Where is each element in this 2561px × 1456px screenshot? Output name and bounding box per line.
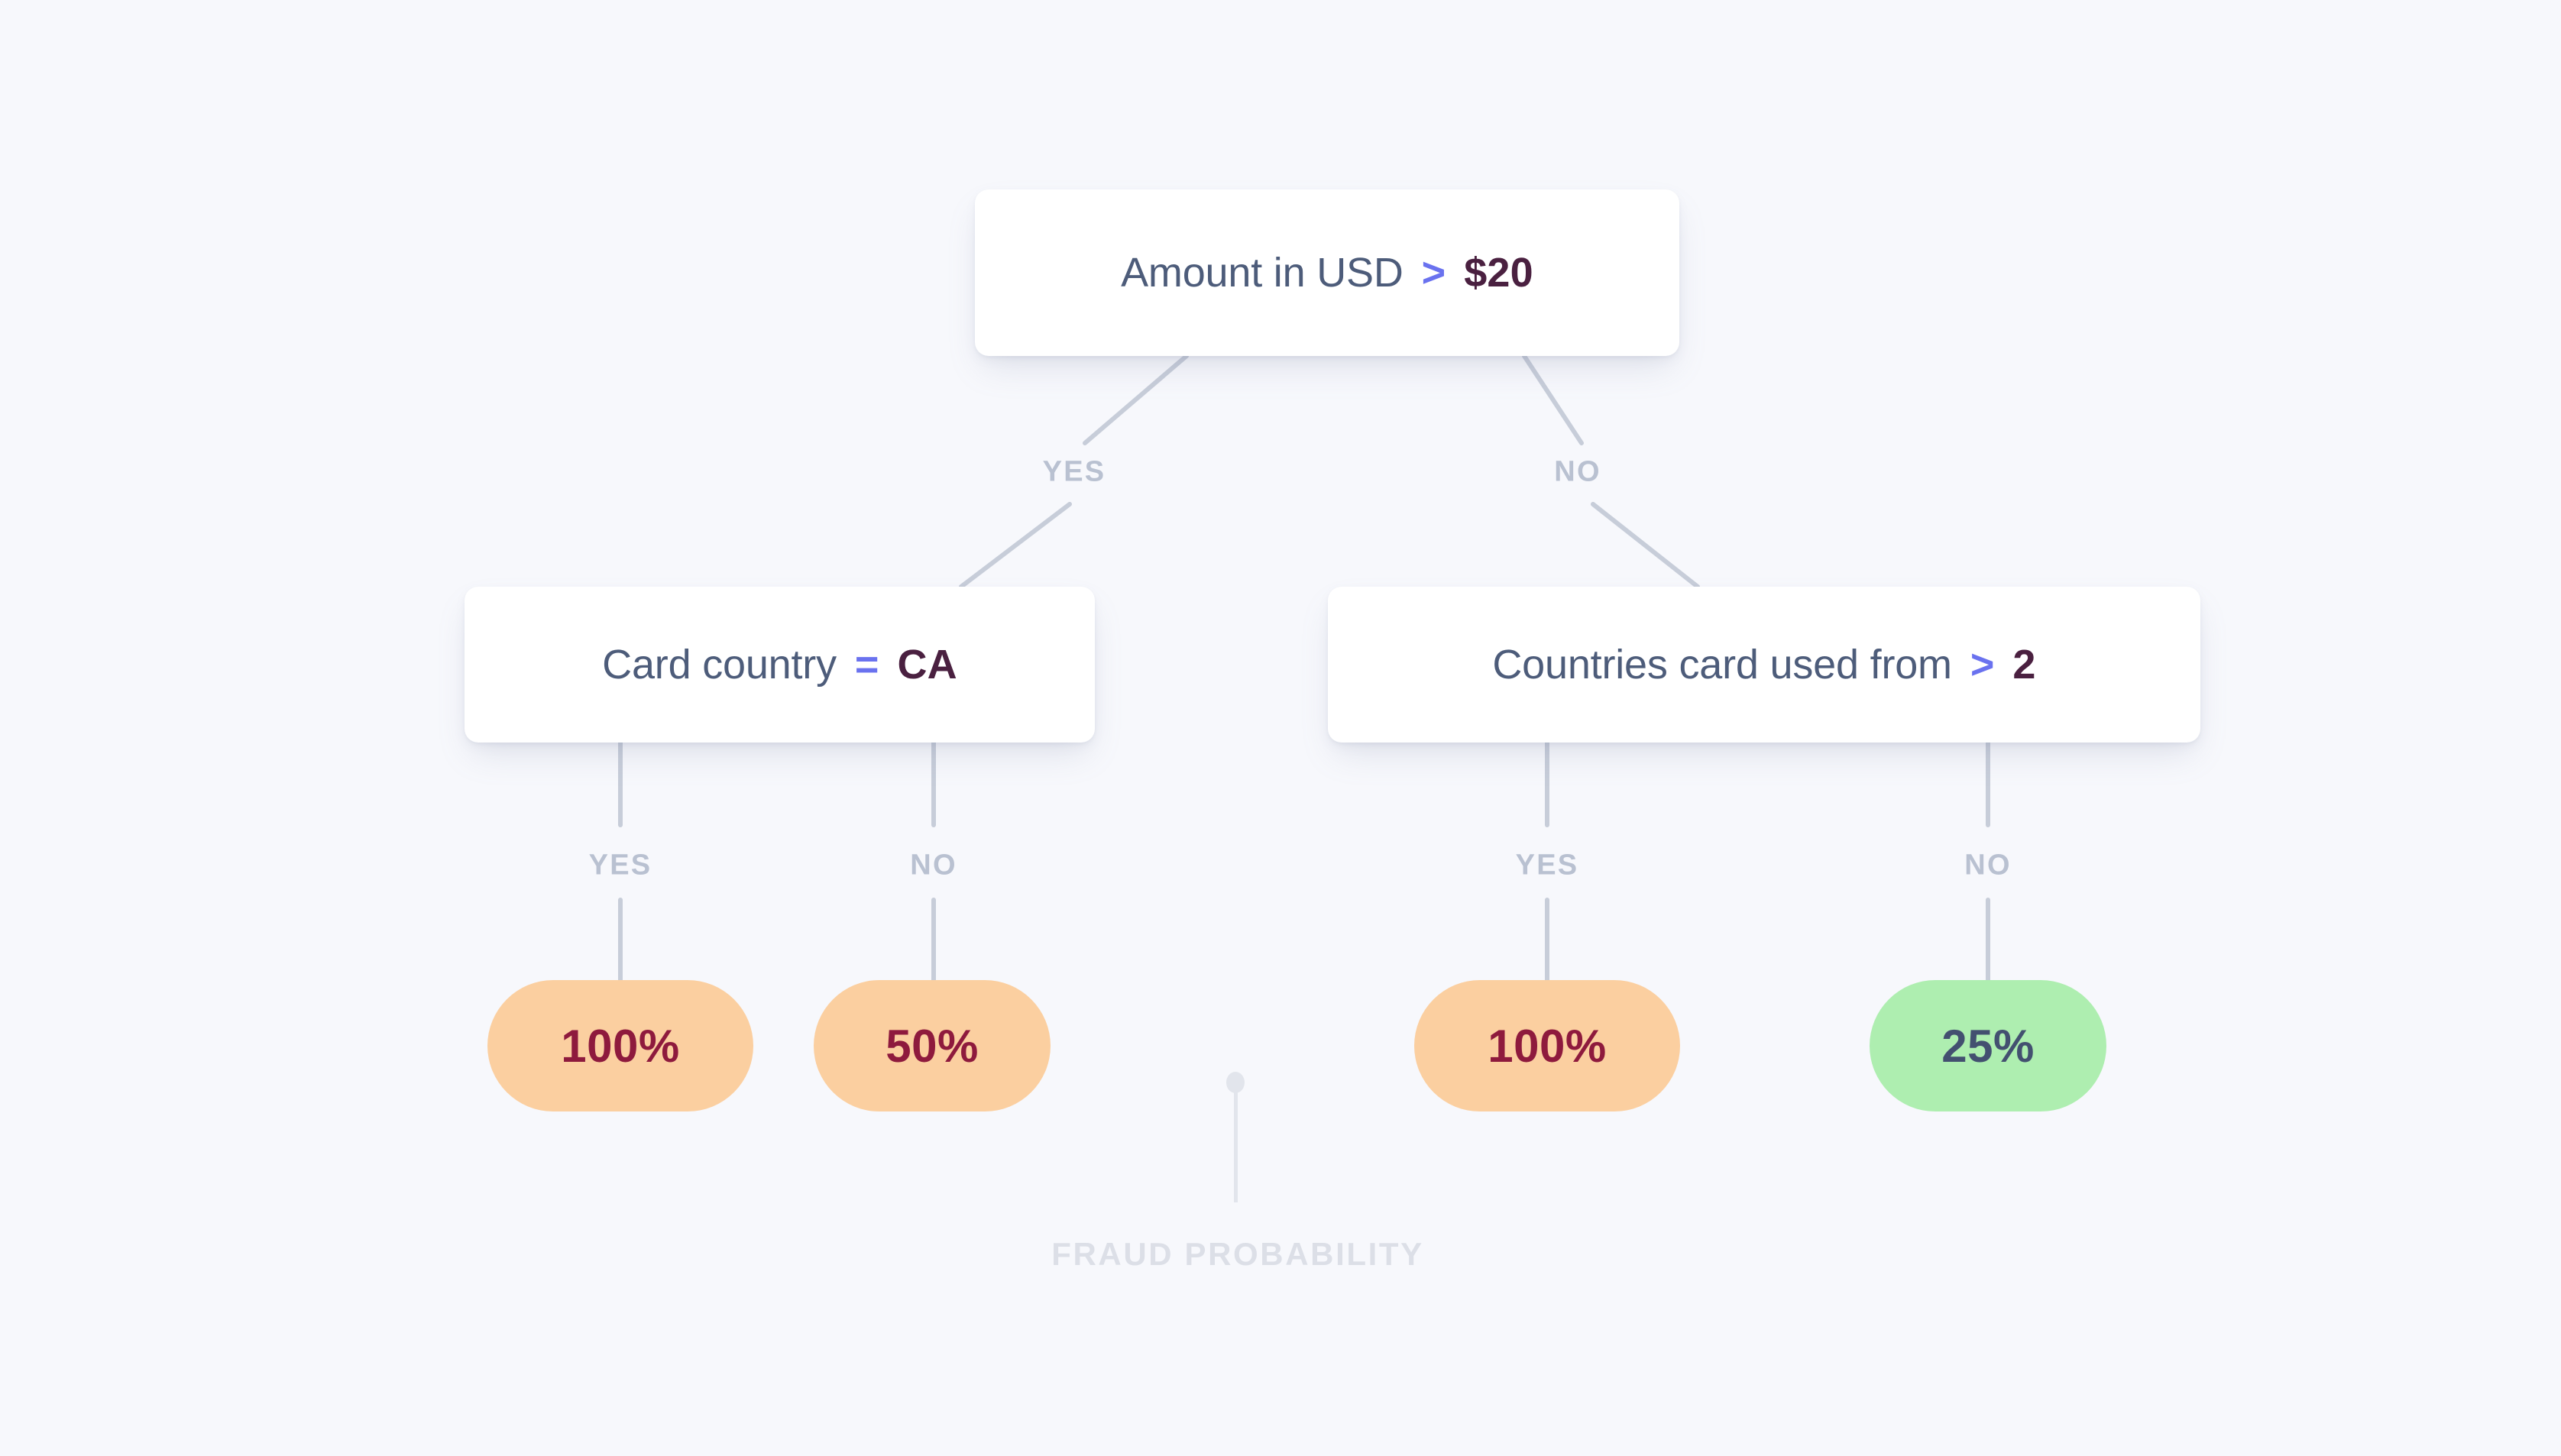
decision-node-card-country[interactable]: Card country = CA (465, 587, 1095, 743)
decision-value-label: CA (897, 642, 957, 688)
decision-value-label: $20 (1464, 250, 1533, 296)
leaf-probability-value: 25% (1941, 1020, 2035, 1072)
edge-label-right-yes: YES (1503, 841, 1591, 890)
decision-field-label: Amount in USD (1121, 250, 1404, 296)
leaf-node-right-yes[interactable]: 100% (1414, 980, 1680, 1111)
decision-expression: Card country = CA (602, 641, 957, 688)
decision-node-root[interactable]: Amount in USD > $20 (975, 189, 1679, 356)
annotation-label: FRAUD PROBABILITY (1051, 1236, 1424, 1272)
decision-operator-label: > (1970, 642, 1995, 688)
leaf-node-left-yes[interactable]: 100% (487, 980, 753, 1111)
edge-root-yes-lower (959, 502, 1072, 589)
annotation-pointer-stem (1234, 1088, 1238, 1202)
edge-root-no-upper (1522, 354, 1584, 445)
decision-operator-label: = (854, 642, 879, 688)
edge-label-left-no: NO (898, 841, 970, 890)
leaf-probability-value: 50% (886, 1020, 979, 1072)
decision-field-label: Countries card used from (1492, 642, 1952, 688)
edge-label-root-no: NO (1542, 448, 1614, 497)
decision-tree-canvas: Amount in USD > $20 Card country = CA Co… (0, 0, 2561, 1456)
edge-label-right-no: NO (1952, 841, 2024, 890)
decision-expression: Amount in USD > $20 (1121, 249, 1533, 296)
leaf-probability-value: 100% (1488, 1020, 1607, 1072)
edge-root-yes-upper (1083, 354, 1189, 445)
decision-expression: Countries card used from > 2 (1492, 641, 2035, 688)
edge-root-no-lower (1591, 502, 1700, 589)
leaf-node-right-no[interactable]: 25% (1870, 980, 2106, 1111)
decision-value-label: 2 (2012, 642, 2036, 688)
edge-label-left-yes: YES (576, 841, 665, 890)
decision-operator-label: > (1421, 250, 1446, 296)
leaf-node-left-no[interactable]: 50% (814, 980, 1051, 1111)
decision-field-label: Card country (602, 642, 837, 688)
leaf-probability-value: 100% (561, 1020, 680, 1072)
edge-label-root-yes: YES (1030, 448, 1119, 497)
decision-node-countries-card-used-from[interactable]: Countries card used from > 2 (1328, 587, 2200, 743)
